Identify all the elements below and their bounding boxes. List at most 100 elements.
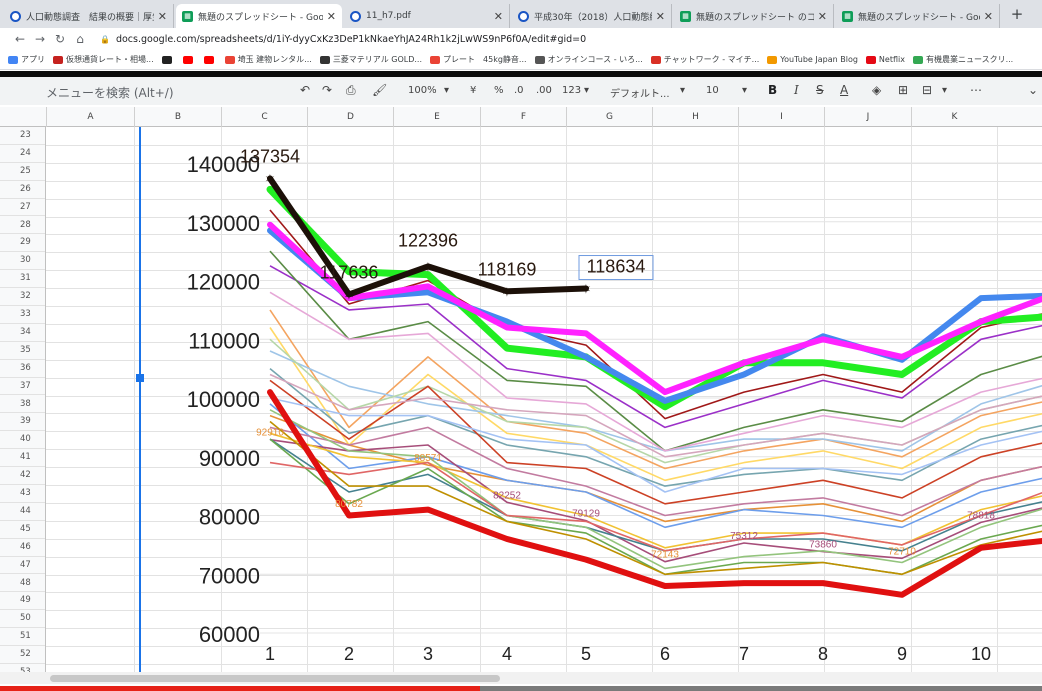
fill-color-icon[interactable]: ◈ xyxy=(872,83,881,97)
more-options-button[interactable]: ⋯ xyxy=(970,83,982,97)
format-dropdown-icon[interactable]: ▾ xyxy=(584,85,589,96)
horizontal-scrollbar[interactable] xyxy=(0,672,1042,684)
column-header-g[interactable]: G xyxy=(566,107,652,127)
bold-button[interactable]: B xyxy=(768,83,777,97)
scrollbar-thumb[interactable] xyxy=(50,675,500,682)
column-header-a[interactable]: A xyxy=(46,107,134,127)
row-header[interactable]: 43 xyxy=(0,485,45,503)
text-color-button[interactable]: A xyxy=(840,83,848,97)
bookmark-item[interactable]: チャットワーク - マイチ... xyxy=(650,54,759,65)
menu-search-field[interactable]: メニューを検索 (Alt+/) xyxy=(46,84,174,101)
bookmark-item[interactable]: オンラインコース - いろ... xyxy=(534,54,643,65)
column-header-d[interactable]: D xyxy=(307,107,393,127)
percent-button[interactable]: % xyxy=(494,85,504,96)
row-header[interactable]: 26 xyxy=(0,181,45,199)
merge-cells-icon[interactable]: ⊟ xyxy=(922,83,932,97)
row-header[interactable]: 38 xyxy=(0,396,45,414)
url-field[interactable]: docs.google.com/spreadsheets/d/1iY-dyyCx… xyxy=(116,34,586,45)
new-tab-button[interactable]: + xyxy=(1006,5,1028,25)
tab-close-icon[interactable]: ✕ xyxy=(158,10,167,23)
row-header[interactable]: 44 xyxy=(0,503,45,521)
row-header[interactable]: 39 xyxy=(0,413,45,432)
zoom-select[interactable]: 100% xyxy=(408,85,437,96)
font-dropdown-icon[interactable]: ▾ xyxy=(680,85,685,96)
select-all-corner[interactable] xyxy=(0,107,46,127)
browser-tab[interactable]: 人口動態調査 結果の概要｜厚生 ✕ xyxy=(4,4,174,28)
bookmark-item[interactable]: 有機農業ニュースクリ... xyxy=(912,54,1013,65)
row-header[interactable]: 37 xyxy=(0,378,45,396)
currency-button[interactable]: ¥ xyxy=(470,85,476,96)
row-header[interactable]: 23 xyxy=(0,127,45,145)
tab-close-icon[interactable]: ✕ xyxy=(327,10,336,23)
chart-resize-handle[interactable] xyxy=(136,374,144,382)
row-header[interactable]: 33 xyxy=(0,306,45,324)
row-header[interactable]: 35 xyxy=(0,342,45,360)
browser-tab-active[interactable]: ▦ 無題のスプレッドシート - Google スプ ✕ xyxy=(176,4,342,28)
zoom-dropdown-icon[interactable]: ▾ xyxy=(444,85,449,96)
column-header-e[interactable]: E xyxy=(393,107,480,127)
row-header[interactable]: 53 xyxy=(0,664,45,672)
bookmark-item[interactable] xyxy=(182,55,196,64)
row-header[interactable]: 28 xyxy=(0,217,45,235)
row-header[interactable]: 51 xyxy=(0,628,45,647)
column-header-h[interactable]: H xyxy=(652,107,738,127)
row-header[interactable]: 50 xyxy=(0,610,45,629)
bookmark-item[interactable] xyxy=(203,55,217,64)
bookmark-item[interactable]: Netflix xyxy=(865,55,905,64)
row-header[interactable]: 27 xyxy=(0,199,45,217)
row-header[interactable]: 34 xyxy=(0,324,45,342)
strikethrough-button[interactable]: S xyxy=(816,83,824,97)
row-header[interactable]: 40 xyxy=(0,431,45,450)
font-size-field[interactable]: 10 xyxy=(706,85,719,96)
row-header[interactable]: 24 xyxy=(0,145,45,163)
home-icon[interactable]: ⌂ xyxy=(70,32,90,46)
bookmark-item[interactable]: 三菱マテリアル GOLD... xyxy=(319,54,422,65)
column-header-k[interactable]: K xyxy=(911,107,997,127)
column-header-b[interactable]: B xyxy=(134,107,221,127)
row-header[interactable]: 36 xyxy=(0,360,45,378)
row-header[interactable]: 46 xyxy=(0,539,45,557)
bookmark-item[interactable] xyxy=(161,55,175,64)
lock-icon[interactable]: 🔒 xyxy=(100,35,110,44)
print-icon[interactable]: ⎙ xyxy=(346,83,356,98)
tab-close-icon[interactable]: ✕ xyxy=(984,10,993,23)
forward-arrow-icon[interactable]: → xyxy=(30,32,50,46)
paint-format-icon[interactable]: 🖌 xyxy=(372,83,387,97)
row-header[interactable]: 41 xyxy=(0,449,45,468)
tab-close-icon[interactable]: ✕ xyxy=(818,10,827,23)
column-header-i[interactable]: I xyxy=(738,107,824,127)
increase-decimal-button[interactable]: .00 xyxy=(536,85,552,96)
row-header[interactable]: 45 xyxy=(0,521,45,539)
row-header[interactable]: 48 xyxy=(0,575,45,593)
bookmark-item[interactable]: 埼玉 建物レンタル... xyxy=(224,54,312,65)
back-arrow-icon[interactable]: ← xyxy=(10,32,30,46)
column-header-j[interactable]: J xyxy=(824,107,911,127)
font-size-dropdown-icon[interactable]: ▾ xyxy=(742,85,747,96)
italic-button[interactable]: I xyxy=(794,83,799,97)
undo-icon[interactable]: ↶ xyxy=(300,83,310,97)
bookmark-item[interactable]: 仮想通貨レート・相場... xyxy=(53,54,154,65)
row-header[interactable]: 47 xyxy=(0,557,45,575)
font-select[interactable]: デフォルト... xyxy=(610,85,670,100)
row-header[interactable]: 30 xyxy=(0,252,45,271)
reload-icon[interactable]: ↻ xyxy=(50,32,70,46)
row-header[interactable]: 32 xyxy=(0,288,45,306)
column-header-f[interactable]: F xyxy=(480,107,566,127)
collapse-toolbar-icon[interactable]: ⌄ xyxy=(1028,83,1038,97)
row-header[interactable]: 42 xyxy=(0,467,45,485)
browser-tab[interactable]: ▦ 無題のスプレッドシート のコピー のコピ ✕ xyxy=(674,4,834,28)
browser-tab[interactable]: 11_h7.pdf ✕ xyxy=(344,4,510,28)
tab-close-icon[interactable]: ✕ xyxy=(656,10,665,23)
bookmark-item[interactable]: プレート 45kg静音... xyxy=(430,54,527,65)
browser-tab[interactable]: 平成30年（2018）人口動態統計 ✕ xyxy=(512,4,672,28)
bookmark-item[interactable]: アプリ xyxy=(8,54,45,65)
redo-icon[interactable]: ↷ xyxy=(322,83,332,97)
browser-tab[interactable]: ▦ 無題のスプレッドシート - Google スプ ✕ xyxy=(836,4,1000,28)
tab-close-icon[interactable]: ✕ xyxy=(494,10,503,23)
borders-icon[interactable]: ⊞ xyxy=(898,83,908,97)
row-header[interactable]: 52 xyxy=(0,646,45,664)
row-header[interactable]: 25 xyxy=(0,163,45,181)
row-header[interactable]: 49 xyxy=(0,592,45,611)
line-chart[interactable]: 6000070000800009000010000011000012000013… xyxy=(140,127,1042,672)
row-header[interactable]: 29 xyxy=(0,234,45,253)
